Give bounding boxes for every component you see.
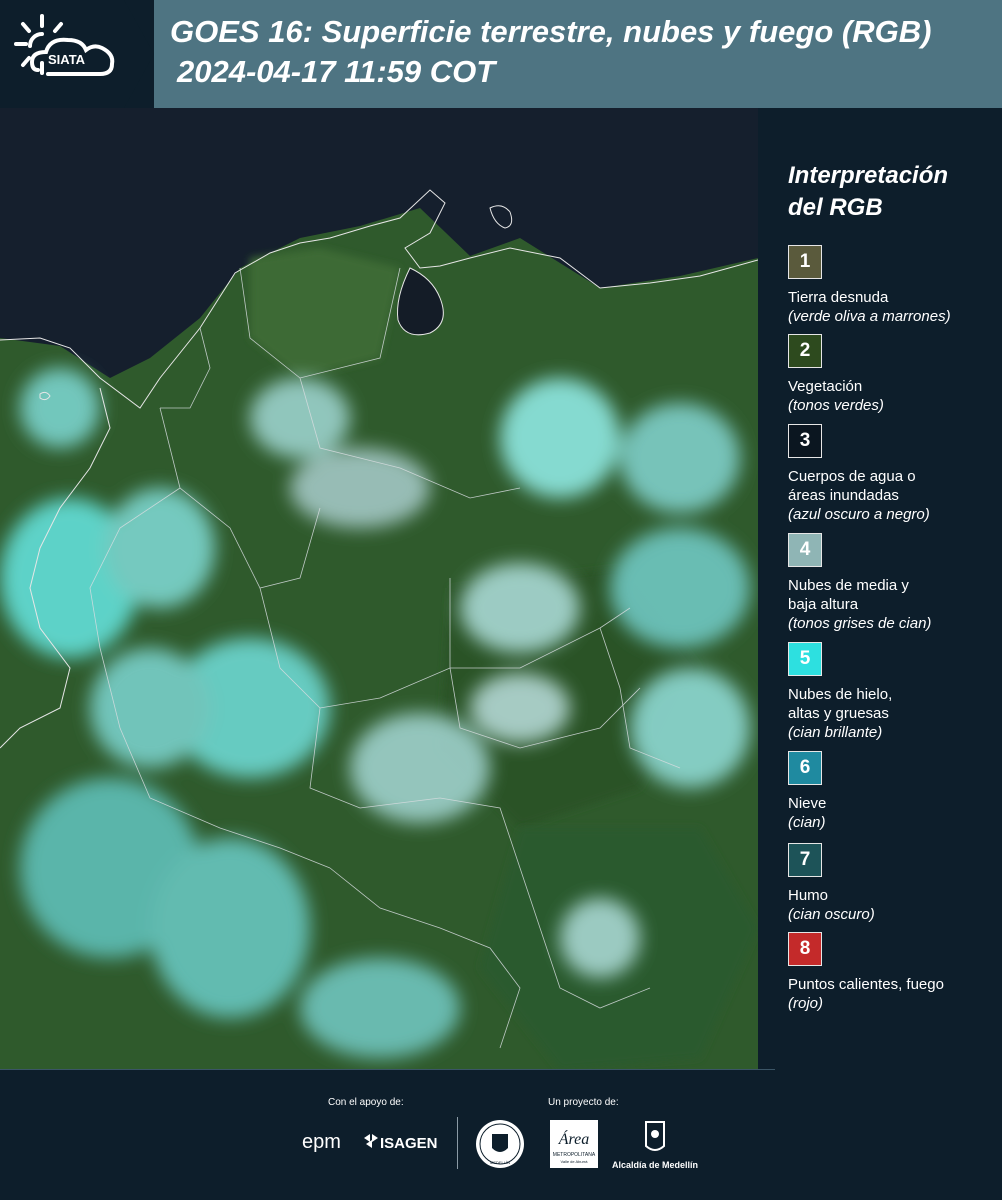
logo-text: SIATA <box>48 52 86 67</box>
sponsor-logos: epm ISAGEN <box>302 1131 438 1153</box>
legend-item-sub: (tonos grises de cian) <box>788 615 932 632</box>
legend-swatch: 2 <box>788 334 822 368</box>
legend-item-vegetation: 2 Vegetación (tonos verdes) <box>788 334 998 415</box>
legend-item-label: Humo <box>788 887 829 904</box>
legend-swatch: 6 <box>788 751 822 785</box>
alcaldia-text: Alcaldía de Medellín <box>612 1160 698 1170</box>
isagen-icon <box>364 1134 378 1148</box>
project-label: Un proyecto de: <box>548 1097 619 1108</box>
area-logo-text: Área <box>558 1129 590 1148</box>
legend-item-label-line1: Nubes de media y <box>788 577 909 594</box>
legend-item-sub: (azul oscuro a negro) <box>788 506 930 523</box>
isagen-logo: ISAGEN <box>380 1135 438 1152</box>
legend-item-bare-soil: 1 Tierra desnuda (verde oliva a marrones… <box>788 245 998 326</box>
epm-logo: epm <box>302 1131 341 1153</box>
footer-separator <box>457 1117 458 1169</box>
legend-panel: Interpretación del RGB 1 Tierra desnuda … <box>760 108 1002 1070</box>
area-logo-sub2: Valle de Aburrá <box>560 1159 588 1164</box>
legend-item-sub: (cian brillante) <box>788 724 883 741</box>
medellin-seal-icon: MEDELLÍN <box>476 1120 524 1168</box>
legend-item-label: Nubes de hielo, altas y gruesas <box>788 685 998 723</box>
legend-item-sub: (tonos verdes) <box>788 397 884 414</box>
legend-swatch: 5 <box>788 642 822 676</box>
legend-swatch: 4 <box>788 533 822 567</box>
legend-item-label: Vegetación <box>788 378 863 395</box>
legend-item-smoke: 7 Humo (cian oscuro) <box>788 843 998 924</box>
legend-item-label-line2: altas y gruesas <box>788 705 889 722</box>
legend-title: Interpretación del RGB <box>788 160 988 224</box>
satellite-map <box>0 108 758 1070</box>
siata-sun-logo-icon: SIATA <box>14 14 115 76</box>
satellite-image <box>0 108 758 1070</box>
legend-item-label-line2: áreas inundadas <box>788 487 899 504</box>
legend-item-sub: (cian) <box>788 814 826 831</box>
legend-item-label: Cuerpos de agua o áreas inundadas <box>788 467 998 505</box>
legend-item-sub: (verde oliva a marrones) <box>788 308 951 325</box>
legend-item-label: Nubes de media y baja altura <box>788 576 998 614</box>
legend-swatch: 3 <box>788 424 822 458</box>
map-bottom-divider <box>0 1069 775 1070</box>
legend-item-label: Puntos calientes, fuego <box>788 976 944 993</box>
logo-chevron <box>124 0 154 108</box>
legend-item-sub: (rojo) <box>788 995 824 1012</box>
legend-item-low-clouds: 4 Nubes de media y baja altura (tonos gr… <box>788 533 998 633</box>
legend-title-line1: Interpretación <box>788 162 949 189</box>
legend-swatch: 1 <box>788 245 822 279</box>
legend-item-label-line2: baja altura <box>788 596 859 613</box>
legend-swatch: 8 <box>788 932 822 966</box>
project-logos: MEDELLÍN Área METROPOLITANA Valle de Abu… <box>476 1120 698 1170</box>
legend-swatch: 7 <box>788 843 822 877</box>
legend-item-snow: 6 Nieve (cian) <box>788 751 998 832</box>
header-bar: SIATA GOES 16: Superficie terrestre, nub… <box>0 0 1002 108</box>
legend-item-fire: 8 Puntos calientes, fuego (rojo) <box>788 932 998 1013</box>
seal-text: MEDELLÍN <box>490 1160 510 1165</box>
area-logo-sub1: METROPOLITANA <box>553 1152 596 1158</box>
legend-item-label-line1: Nubes de hielo, <box>788 686 893 703</box>
legend-item-label-line1: Cuerpos de agua o <box>788 468 916 485</box>
legend-item-ice-clouds: 5 Nubes de hielo, altas y gruesas (cian … <box>788 642 998 742</box>
legend-title-line2: del RGB <box>788 194 883 221</box>
page-title: GOES 16: Superficie terrestre, nubes y f… <box>170 14 932 49</box>
legend-item-label: Tierra desnuda <box>788 289 889 306</box>
area-metropolitana-logo: Área METROPOLITANA Valle de Aburrá <box>550 1120 598 1168</box>
timestamp: 2024-04-17 11:59 COT <box>177 54 496 89</box>
alcaldia-logo: Alcaldía de Medellín <box>612 1121 698 1170</box>
support-label: Con el apoyo de: <box>328 1097 404 1108</box>
legend-item-sub: (cian oscuro) <box>788 906 875 923</box>
legend-item-label: Nieve <box>788 795 827 812</box>
legend-item-water: 3 Cuerpos de agua o áreas inundadas (azu… <box>788 424 998 524</box>
